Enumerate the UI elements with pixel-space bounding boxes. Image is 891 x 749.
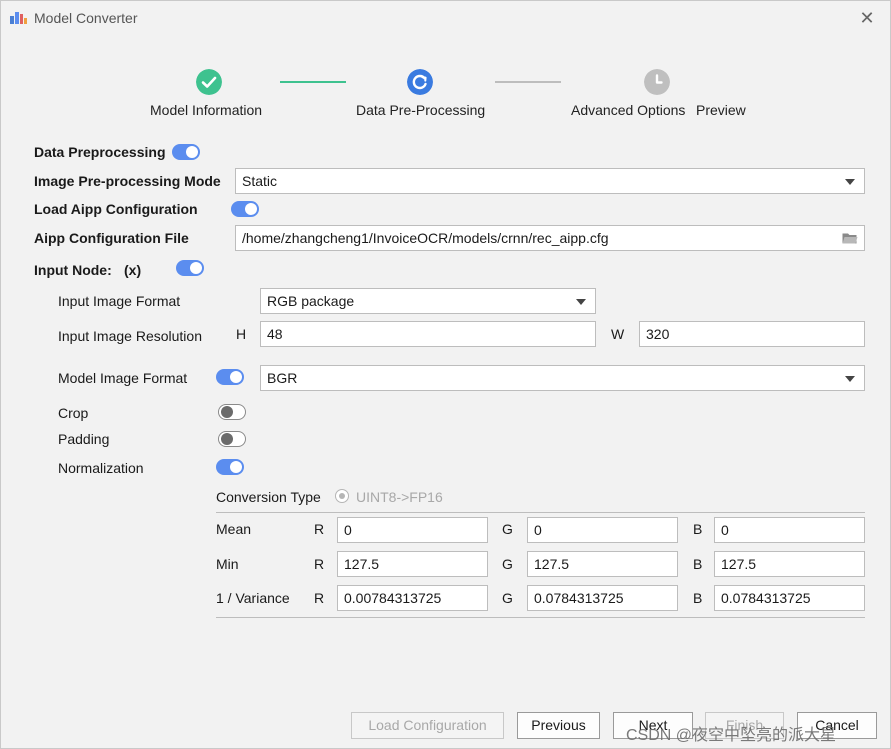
chevron-down-icon bbox=[845, 179, 855, 185]
min-g-value: 127.5 bbox=[534, 556, 570, 572]
variance-r-value: 0.00784313725 bbox=[344, 590, 442, 606]
variance-g-label: G bbox=[502, 590, 513, 606]
watermark-text: CSDN @夜空中坠亮的派大星 bbox=[626, 727, 837, 744]
mean-label: Mean bbox=[216, 521, 252, 537]
min-b-label: B bbox=[693, 556, 703, 572]
model-image-format-label: Model Image Format bbox=[58, 370, 188, 386]
input-image-resolution-label: Input Image Resolution bbox=[58, 328, 202, 344]
model-image-format-select[interactable]: BGR bbox=[260, 365, 865, 391]
min-g-input[interactable]: 127.5 bbox=[527, 551, 678, 577]
model-image-format-toggle[interactable] bbox=[216, 369, 244, 385]
normalization-label: Normalization bbox=[58, 460, 144, 476]
data-preprocessing-label: Data Preprocessing bbox=[34, 144, 166, 160]
step-advanced-options[interactable]: Advanced Options bbox=[571, 102, 685, 118]
width-label: W bbox=[611, 326, 625, 342]
model-converter-window: Model Converter ✕ Model Information Data… bbox=[0, 0, 891, 749]
min-r-label: R bbox=[314, 556, 325, 572]
chevron-down-icon bbox=[845, 376, 855, 382]
normalization-toggle[interactable] bbox=[216, 459, 244, 475]
variance-b-label: B bbox=[693, 590, 703, 606]
mean-r-label: R bbox=[314, 521, 325, 537]
min-label: Min bbox=[216, 556, 239, 572]
conversion-type-label: Conversion Type bbox=[216, 489, 321, 505]
step-model-information[interactable]: Model Information bbox=[150, 102, 262, 118]
mean-r-value: 0 bbox=[344, 522, 352, 538]
variance-b-input[interactable]: 0.0784313725 bbox=[714, 585, 865, 611]
step-connector-pending bbox=[495, 81, 561, 83]
step-pending-clock-icon bbox=[644, 69, 670, 95]
aipp-configuration-file-value: /home/zhangcheng1/InvoiceOCR/models/crnn… bbox=[242, 230, 609, 246]
load-aipp-configuration-label: Load Aipp Configuration bbox=[34, 201, 198, 217]
resolution-width-value: 320 bbox=[646, 326, 670, 342]
min-r-input[interactable]: 127.5 bbox=[337, 551, 488, 577]
input-image-format-select[interactable]: RGB package bbox=[260, 288, 596, 314]
load-aipp-configuration-toggle[interactable] bbox=[231, 201, 259, 217]
step-data-pre-processing[interactable]: Data Pre-Processing bbox=[356, 102, 485, 118]
input-node-label: Input Node: bbox=[34, 262, 112, 278]
input-node-toggle[interactable] bbox=[176, 260, 204, 276]
crop-toggle[interactable] bbox=[218, 404, 246, 420]
variance-label: 1 / Variance bbox=[216, 590, 290, 606]
window-title: Model Converter bbox=[34, 10, 138, 26]
mean-g-value: 0 bbox=[534, 522, 542, 538]
chevron-down-icon bbox=[576, 299, 586, 305]
image-preprocessing-mode-select[interactable]: Static bbox=[235, 168, 865, 194]
close-icon[interactable]: ✕ bbox=[857, 8, 877, 28]
divider bbox=[216, 512, 865, 513]
title-bar: Model Converter ✕ bbox=[1, 1, 890, 35]
aipp-configuration-file-label: Aipp Configuration File bbox=[34, 230, 189, 246]
variance-r-label: R bbox=[314, 590, 325, 606]
aipp-configuration-file-input[interactable]: /home/zhangcheng1/InvoiceOCR/models/crnn… bbox=[235, 225, 865, 251]
image-preprocessing-mode-label: Image Pre-processing Mode bbox=[34, 173, 221, 189]
image-preprocessing-mode-value: Static bbox=[242, 173, 278, 189]
min-b-input[interactable]: 127.5 bbox=[714, 551, 865, 577]
load-configuration-button[interactable]: Load Configuration bbox=[351, 712, 504, 739]
mean-b-value: 0 bbox=[721, 522, 729, 538]
input-node-name: (x) bbox=[124, 262, 142, 278]
step-connector-done bbox=[280, 81, 346, 83]
min-g-label: G bbox=[502, 556, 513, 572]
input-image-format-value: RGB package bbox=[267, 293, 355, 309]
resolution-height-value: 48 bbox=[267, 326, 283, 342]
padding-toggle[interactable] bbox=[218, 431, 246, 447]
variance-g-value: 0.0784313725 bbox=[534, 590, 624, 606]
mean-b-input[interactable]: 0 bbox=[714, 517, 865, 543]
variance-r-input[interactable]: 0.00784313725 bbox=[337, 585, 488, 611]
mean-g-label: G bbox=[502, 521, 513, 537]
crop-label: Crop bbox=[58, 405, 89, 421]
divider bbox=[216, 617, 865, 618]
model-image-format-value: BGR bbox=[267, 370, 298, 386]
step-current-progress-icon bbox=[407, 69, 433, 95]
resolution-width-input[interactable]: 320 bbox=[639, 321, 865, 347]
height-label: H bbox=[236, 326, 247, 342]
min-b-value: 127.5 bbox=[721, 556, 757, 572]
data-preprocessing-toggle[interactable] bbox=[172, 144, 200, 160]
conversion-type-option: UINT8->FP16 bbox=[356, 489, 443, 505]
folder-open-icon[interactable] bbox=[842, 232, 858, 244]
resolution-height-input[interactable]: 48 bbox=[260, 321, 596, 347]
step-done-check-icon bbox=[196, 69, 222, 95]
previous-button[interactable]: Previous bbox=[517, 712, 600, 739]
mean-b-label: B bbox=[693, 521, 703, 537]
app-logo-icon bbox=[10, 12, 27, 24]
step-preview[interactable]: Preview bbox=[696, 102, 746, 118]
variance-b-value: 0.0784313725 bbox=[721, 590, 811, 606]
min-r-value: 127.5 bbox=[344, 556, 380, 572]
input-image-format-label: Input Image Format bbox=[58, 293, 181, 309]
conversion-type-radio[interactable] bbox=[335, 489, 349, 503]
mean-g-input[interactable]: 0 bbox=[527, 517, 678, 543]
mean-r-input[interactable]: 0 bbox=[337, 517, 488, 543]
padding-label: Padding bbox=[58, 431, 110, 447]
variance-g-input[interactable]: 0.0784313725 bbox=[527, 585, 678, 611]
